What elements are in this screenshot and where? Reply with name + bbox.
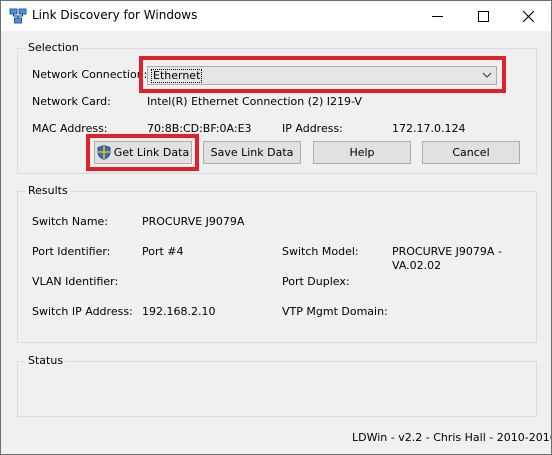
cancel-label: Cancel bbox=[452, 146, 490, 159]
close-icon bbox=[522, 10, 534, 22]
maximize-icon bbox=[477, 10, 489, 22]
window-title: Link Discovery for Windows bbox=[32, 8, 198, 22]
network-card-label: Network Card: bbox=[32, 95, 111, 108]
vlan-identifier-label: VLAN Identifier: bbox=[32, 275, 119, 288]
status-group-label: Status bbox=[26, 354, 66, 367]
maximize-button[interactable] bbox=[460, 1, 506, 31]
save-link-data-button[interactable]: Save Link Data bbox=[203, 141, 301, 164]
minimize-icon bbox=[431, 15, 443, 17]
switch-model-value-line1: PROCURVE J9079A - bbox=[392, 245, 502, 258]
switch-name-value: PROCURVE J9079A bbox=[142, 215, 245, 228]
network-card-value: Intel(R) Ethernet Connection (2) I219-V bbox=[147, 95, 362, 108]
switch-name-label: Switch Name: bbox=[32, 215, 109, 228]
close-button[interactable] bbox=[505, 1, 551, 31]
port-identifier-value: Port #4 bbox=[142, 245, 184, 258]
switch-ip-label: Switch IP Address: bbox=[32, 305, 133, 318]
network-app-icon bbox=[9, 8, 27, 24]
switch-model-value-line2: VA.02.02 bbox=[392, 259, 442, 272]
help-button[interactable]: Help bbox=[313, 141, 411, 164]
network-connection-label: Network Connection: bbox=[32, 68, 148, 81]
app-window: Link Discovery for Windows Selection Net… bbox=[0, 0, 552, 455]
ip-address-value: 172.17.0.124 bbox=[392, 122, 466, 135]
minimize-button[interactable] bbox=[414, 1, 460, 31]
port-identifier-label: Port Identifier: bbox=[32, 245, 111, 258]
cancel-button[interactable]: Cancel bbox=[422, 141, 520, 164]
ip-address-label: IP Address: bbox=[282, 122, 343, 135]
selection-group-label: Selection bbox=[26, 41, 81, 54]
save-link-data-label: Save Link Data bbox=[210, 146, 294, 159]
title-bar[interactable]: Link Discovery for Windows bbox=[1, 1, 551, 31]
status-group: Status bbox=[17, 354, 537, 417]
port-duplex-label: Port Duplex: bbox=[282, 275, 350, 288]
vtp-mgmt-domain-label: VTP Mgmt Domain: bbox=[282, 305, 388, 318]
switch-ip-value: 192.168.2.10 bbox=[142, 305, 216, 318]
help-label: Help bbox=[349, 146, 375, 159]
results-group-label: Results bbox=[26, 184, 70, 197]
results-group: Results bbox=[17, 184, 537, 343]
get-link-data-highlight bbox=[86, 134, 199, 171]
switch-model-label: Switch Model: bbox=[282, 245, 359, 258]
version-footer: LDWin - v2.2 - Chris Hall - 2010-2016 bbox=[352, 431, 552, 444]
network-connection-highlight bbox=[139, 56, 506, 93]
